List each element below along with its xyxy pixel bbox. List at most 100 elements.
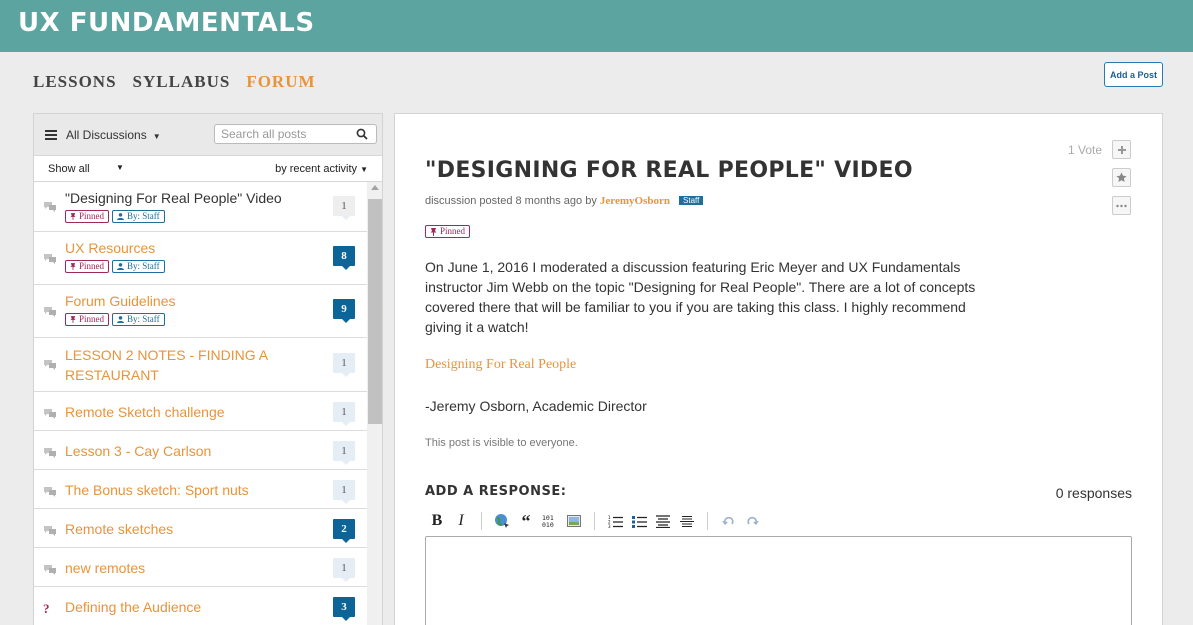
nav-lessons[interactable]: LESSONS — [33, 72, 117, 92]
pin-icon — [70, 316, 76, 323]
globe-link-icon — [495, 514, 509, 528]
scroll-up-arrow[interactable] — [371, 185, 379, 190]
scrollbar[interactable] — [367, 182, 382, 625]
discussion-item[interactable]: new remotes 1 — [34, 548, 367, 587]
response-count-badge: 8 — [333, 246, 355, 270]
bold-button[interactable]: B — [425, 511, 449, 531]
sort-dropdown[interactable]: by recent activity ▼ — [275, 163, 368, 175]
discussion-item[interactable]: Remote Sketch challenge 1 — [34, 392, 367, 431]
video-link[interactable]: Designing For Real People — [425, 357, 576, 373]
redo-icon — [747, 516, 759, 525]
discussion-item[interactable]: Remote sketches 2 — [34, 509, 367, 548]
more-actions-button[interactable] — [1112, 196, 1131, 215]
discussion-tags: Pinned By: Staff — [65, 210, 165, 223]
app-title: UX FUNDAMENTALS — [18, 8, 315, 38]
post-meta: discussion posted 8 months ago by Jeremy… — [425, 195, 704, 207]
discussion-item[interactable]: The Bonus sketch: Sport nuts 1 — [34, 470, 367, 509]
response-count-badge: 1 — [333, 353, 355, 377]
nav-forum[interactable]: FORUM — [246, 72, 315, 92]
horizontal-rule-button[interactable] — [675, 511, 699, 531]
add-post-button[interactable]: Add a Post — [1104, 62, 1163, 87]
post-meta-prefix: discussion posted 8 months ago by — [425, 195, 597, 207]
post-panel: 1 Vote "DESIGNING FOR REAL PEOPLE" VIDEO… — [394, 113, 1163, 625]
discussion-icon — [44, 526, 56, 536]
scroll-thumb[interactable] — [368, 199, 382, 424]
discussion-item[interactable]: UX Resources Pinned By: Staff 8 — [34, 232, 367, 285]
pinned-tag: Pinned — [65, 313, 110, 326]
discussion-title: Remote Sketch challenge — [65, 404, 225, 420]
follow-button[interactable] — [1112, 168, 1131, 187]
ordered-list-icon: 123 — [608, 515, 623, 528]
discussion-item[interactable]: Forum Guidelines Pinned By: Staff 9 — [34, 285, 367, 338]
image-icon — [567, 515, 581, 527]
pinned-tag: Pinned — [65, 210, 110, 223]
discussion-icon — [44, 307, 56, 317]
discussion-icon — [44, 448, 56, 458]
vote-button[interactable] — [1112, 140, 1131, 159]
sort-label: by recent activity — [275, 163, 358, 175]
toolbar-divider — [594, 512, 595, 530]
discussion-list: "Designing For Real People" Video Pinned B… — [34, 182, 367, 625]
link-button[interactable] — [490, 511, 514, 531]
discussion-icon — [44, 487, 56, 497]
response-count-badge: 1 — [333, 480, 355, 504]
discussion-icon — [44, 565, 56, 575]
discussion-title: The Bonus sketch: Sport nuts — [65, 482, 249, 498]
response-count-badge: 2 — [333, 519, 355, 543]
undo-button[interactable] — [716, 511, 740, 531]
image-button[interactable] — [562, 511, 586, 531]
visibility-note: This post is visible to everyone. — [425, 437, 578, 449]
show-all-dropdown[interactable]: Show all — [48, 163, 90, 175]
course-nav: LESSONS SYLLABUS FORUM — [33, 72, 316, 92]
discussion-item[interactable]: ? Defining the Audience 3 — [34, 587, 367, 625]
staff-badge: Staff — [679, 196, 704, 205]
discussion-icon — [44, 409, 56, 419]
caret-down-icon: ▼ — [360, 165, 368, 174]
menu-icon[interactable] — [45, 130, 57, 140]
user-icon — [117, 213, 125, 220]
staff-tag-label: By: Staff — [127, 261, 160, 271]
discussion-item[interactable]: "Designing For Real People" Video Pinned B… — [34, 182, 367, 232]
post-body: On June 1, 2016 I moderated a discussion… — [425, 259, 976, 335]
svg-text:010: 010 — [542, 521, 554, 528]
question-icon: ? — [43, 601, 50, 616]
discussion-tags: Pinned By: Staff — [65, 260, 165, 273]
discussion-item[interactable]: Lesson 3 - Cay Carlson 1 — [34, 431, 367, 470]
star-icon — [1116, 172, 1127, 182]
blockquote-button[interactable]: “ — [514, 511, 538, 531]
heading-icon — [656, 514, 670, 528]
pinned-tag: Pinned — [65, 260, 110, 273]
discussion-filter-label: All Discussions — [66, 128, 147, 142]
discussion-title: Remote sketches — [65, 521, 174, 537]
redo-button[interactable] — [740, 511, 764, 531]
caret-down-icon[interactable]: ▼ — [116, 163, 124, 172]
pinned-badge: Pinned — [425, 225, 471, 238]
user-icon — [117, 316, 125, 323]
search-input[interactable] — [221, 125, 351, 143]
author-link[interactable]: JeremyOsborn — [600, 195, 670, 207]
pin-icon — [70, 263, 76, 270]
discussion-filter-dropdown[interactable]: All Discussions ▼ — [66, 128, 161, 142]
italic-button[interactable]: I — [449, 511, 473, 531]
discussion-item[interactable]: LESSON 2 NOTES - FINDING A RESTAURANT 1 — [34, 338, 367, 392]
bullet-list-button[interactable] — [627, 511, 651, 531]
discussion-title: "Designing For Real People" Video — [65, 190, 282, 206]
code-button[interactable]: 101 010 — [538, 511, 562, 531]
discussion-title: Defining the Audience — [65, 599, 202, 615]
staff-tag-label: By: Staff — [127, 211, 160, 221]
nav-syllabus[interactable]: SYLLABUS — [133, 72, 231, 92]
post-title: "DESIGNING FOR REAL PEOPLE" VIDEO — [425, 158, 913, 183]
user-icon — [117, 263, 125, 270]
toolbar-divider — [707, 512, 708, 530]
response-editor[interactable] — [425, 536, 1132, 625]
staff-tag-label: By: Staff — [127, 314, 160, 324]
ordered-list-button[interactable]: 123 — [603, 511, 627, 531]
discussion-icon — [44, 254, 56, 264]
post-signature: -Jeremy Osborn, Academic Director — [425, 398, 647, 414]
heading-button[interactable] — [651, 511, 675, 531]
search-box — [214, 124, 377, 144]
response-count-badge: 1 — [333, 402, 355, 426]
pinned-tag-label: Pinned — [79, 261, 105, 271]
staff-tag: By: Staff — [112, 210, 165, 223]
search-icon[interactable] — [356, 128, 368, 140]
